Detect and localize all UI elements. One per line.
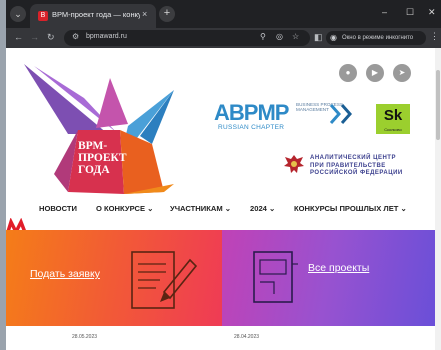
scrollbar-thumb[interactable] xyxy=(436,70,440,140)
site-favicon-icon: В xyxy=(38,11,48,21)
nav-item-2024[interactable]: 2024 ⌄ xyxy=(250,204,275,213)
abpmp-logo[interactable]: ABPMP xyxy=(214,100,289,126)
close-window-button[interactable]: ✕ xyxy=(428,7,436,18)
url-text[interactable]: bpmaward.ru xyxy=(86,33,127,40)
apply-link[interactable]: Подать заявку xyxy=(30,268,100,280)
tab-close-icon[interactable]: × xyxy=(142,9,147,19)
nav-item-about[interactable]: О КОНКУРСЕ ⌄ xyxy=(96,204,154,213)
chevron-right-icon xyxy=(329,104,353,124)
ac-line: РОССИЙСКОЙ ФЕДЕРАЦИИ xyxy=(310,170,403,177)
new-tab-button[interactable]: + xyxy=(159,6,175,22)
vk-icon[interactable]: ● xyxy=(339,64,357,82)
tab-title: ВРМ-проект года — конкурс... xyxy=(52,10,140,19)
maximize-button[interactable]: ☐ xyxy=(406,7,414,18)
incognito-eye-icon[interactable]: ◎ xyxy=(276,32,283,41)
tab-strip: ⌄ В ВРМ-проект года — конкурс... × + – ☐… xyxy=(6,0,441,28)
incognito-badge[interactable]: ◉ Окно в режиме инкогнито xyxy=(326,31,426,45)
analytical-center-text[interactable]: АНАЛИТИЧЕСКИЙ ЦЕНТР ПРИ ПРАВИТЕЛЬСТВЕ РО… xyxy=(310,155,403,178)
logo-title-line: ПРОЕКТ xyxy=(78,152,127,164)
nav-item-past-contests[interactable]: КОНКУРСЫ ПРОШЛЫХ ЛЕТ ⌄ xyxy=(294,204,407,213)
folder-icon xyxy=(253,251,298,303)
logo-title-line: ВРМ- xyxy=(78,140,108,152)
address-bar[interactable]: ⚙ bpmaward.ru ⚲ ◎ ☆ xyxy=(64,30,310,46)
document-pen-icon xyxy=(131,251,198,309)
browser-window: ⌄ В ВРМ-проект года — конкурс... × + – ☐… xyxy=(6,0,441,350)
reload-icon[interactable]: ↻ xyxy=(47,32,55,43)
skolkovo-logo[interactable]: Sk Сколково xyxy=(376,104,410,134)
logo-title-line: ГОДА xyxy=(78,164,110,176)
ac-line: АНАЛИТИЧЕСКИЙ ЦЕНТР xyxy=(310,155,396,161)
abpmp-subtitle: RUSSIAN CHAPTER xyxy=(218,124,285,131)
site-settings-icon[interactable]: ⚙ xyxy=(72,32,79,41)
youtube-icon[interactable]: ▶ xyxy=(366,64,384,82)
active-tab[interactable]: В ВРМ-проект года — конкурс... × xyxy=(30,4,156,28)
page-scrollbar[interactable] xyxy=(435,48,441,350)
skolkovo-mark: Sk xyxy=(383,107,403,124)
minimize-button[interactable]: – xyxy=(382,7,387,17)
nav-item-news[interactable]: НОВОСТИ xyxy=(39,204,77,213)
zoom-icon[interactable]: ⚲ xyxy=(260,32,266,41)
telegram-icon[interactable]: ➤ xyxy=(393,64,411,82)
russian-emblem-icon xyxy=(284,155,304,173)
sidebar-icon[interactable]: ◧ xyxy=(314,32,323,43)
menu-kebab-icon[interactable]: ⋮ xyxy=(430,31,439,42)
news-strip: 28.05.2023 28.04.2023 xyxy=(6,326,435,350)
projects-banner[interactable]: Все проекты xyxy=(222,230,435,326)
star-logo[interactable] xyxy=(24,64,204,198)
nav-item-participants[interactable]: УЧАСТНИКАМ ⌄ xyxy=(170,204,231,213)
news-date: 28.04.2023 xyxy=(234,334,260,340)
incognito-icon: ◉ xyxy=(330,33,337,42)
incognito-label: Окно в режиме инкогнито xyxy=(342,35,414,41)
all-projects-link[interactable]: Все проекты xyxy=(308,262,369,274)
bookmark-star-icon[interactable]: ☆ xyxy=(292,32,299,41)
back-arrow-icon[interactable]: ← xyxy=(14,32,23,42)
web-page: ВРМ- ПРОЕКТ ГОДА ● ▶ ➤ ABPMP RUSSIAN CHA… xyxy=(6,48,441,350)
tab-search-button[interactable]: ⌄ xyxy=(10,6,26,22)
toolbar: ← → ↻ ⚙ bpmaward.ru ⚲ ◎ ☆ ◧ ◉ Окно в реж… xyxy=(6,28,441,48)
news-date: 28.05.2023 xyxy=(72,334,98,340)
skolkovo-subtitle: Сколково xyxy=(384,127,402,132)
main-nav: НОВОСТИ О КОНКУРСЕ ⌄ УЧАСТНИКАМ ⌄ 2024 ⌄… xyxy=(6,200,435,218)
forward-arrow-icon[interactable]: → xyxy=(30,32,39,42)
apply-banner[interactable]: Подать заявку xyxy=(6,230,222,326)
logo-title: ВРМ- ПРОЕКТ ГОДА xyxy=(78,140,127,176)
